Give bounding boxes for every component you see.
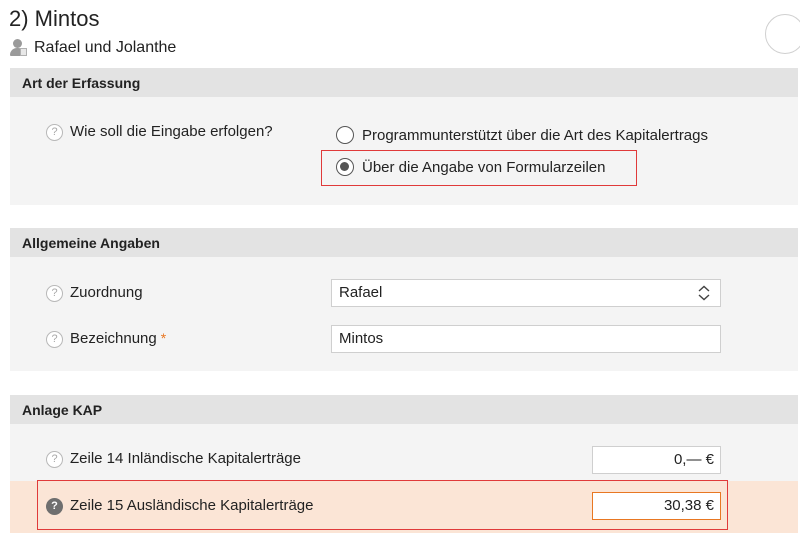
help-icon[interactable]: ? <box>46 124 63 141</box>
person-row: Rafael und Jolanthe <box>9 38 176 58</box>
zuordnung-selected-value: Rafael <box>339 284 383 301</box>
page-title: 2) Mintos <box>9 6 100 31</box>
required-star: * <box>160 330 167 346</box>
help-icon[interactable]: ? <box>46 331 63 348</box>
bezeichnung-label: Bezeichnung * <box>70 330 167 347</box>
bezeichnung-input[interactable]: Mintos <box>331 325 721 353</box>
help-icon[interactable]: ? <box>46 285 63 302</box>
zeile14-label: Zeile 14 Inländische Kapitalerträge <box>70 450 301 467</box>
radio-option-programm[interactable]: Programmunterstützt über die Art des Kap… <box>336 126 708 144</box>
radio-option-label: Programmunterstützt über die Art des Kap… <box>362 126 708 144</box>
zuordnung-label: Zuordnung <box>70 284 143 301</box>
section-body-allgemein <box>10 257 798 371</box>
eingabe-question-label: Wie soll die Eingabe erfolgen? <box>70 123 273 140</box>
zeile15-label: Zeile 15 Ausländische Kapitalerträge <box>70 497 314 514</box>
circle-action-button[interactable] <box>765 14 800 54</box>
section-header-erfassung: Art der Erfassung <box>10 68 798 97</box>
select-chevrons-icon <box>698 285 710 301</box>
radio-checked-icon[interactable] <box>336 158 354 176</box>
help-icon[interactable]: ? <box>46 498 63 515</box>
radio-option-label: Über die Angabe von Formularzeilen <box>362 158 606 176</box>
help-icon[interactable]: ? <box>46 451 63 468</box>
person-icon <box>9 38 27 58</box>
section-header-kap: Anlage KAP <box>10 395 798 424</box>
section-header-allgemein: Allgemeine Angaben <box>10 228 798 257</box>
zeile14-amount-input[interactable]: 0,— € <box>592 446 721 474</box>
radio-unchecked-icon[interactable] <box>336 126 354 144</box>
zuordnung-select[interactable]: Rafael <box>331 279 721 307</box>
person-name: Rafael und Jolanthe <box>34 39 177 56</box>
zeile15-amount-input[interactable]: 30,38 € <box>592 492 721 520</box>
radio-option-formularzeilen[interactable]: Über die Angabe von Formularzeilen <box>336 158 605 176</box>
